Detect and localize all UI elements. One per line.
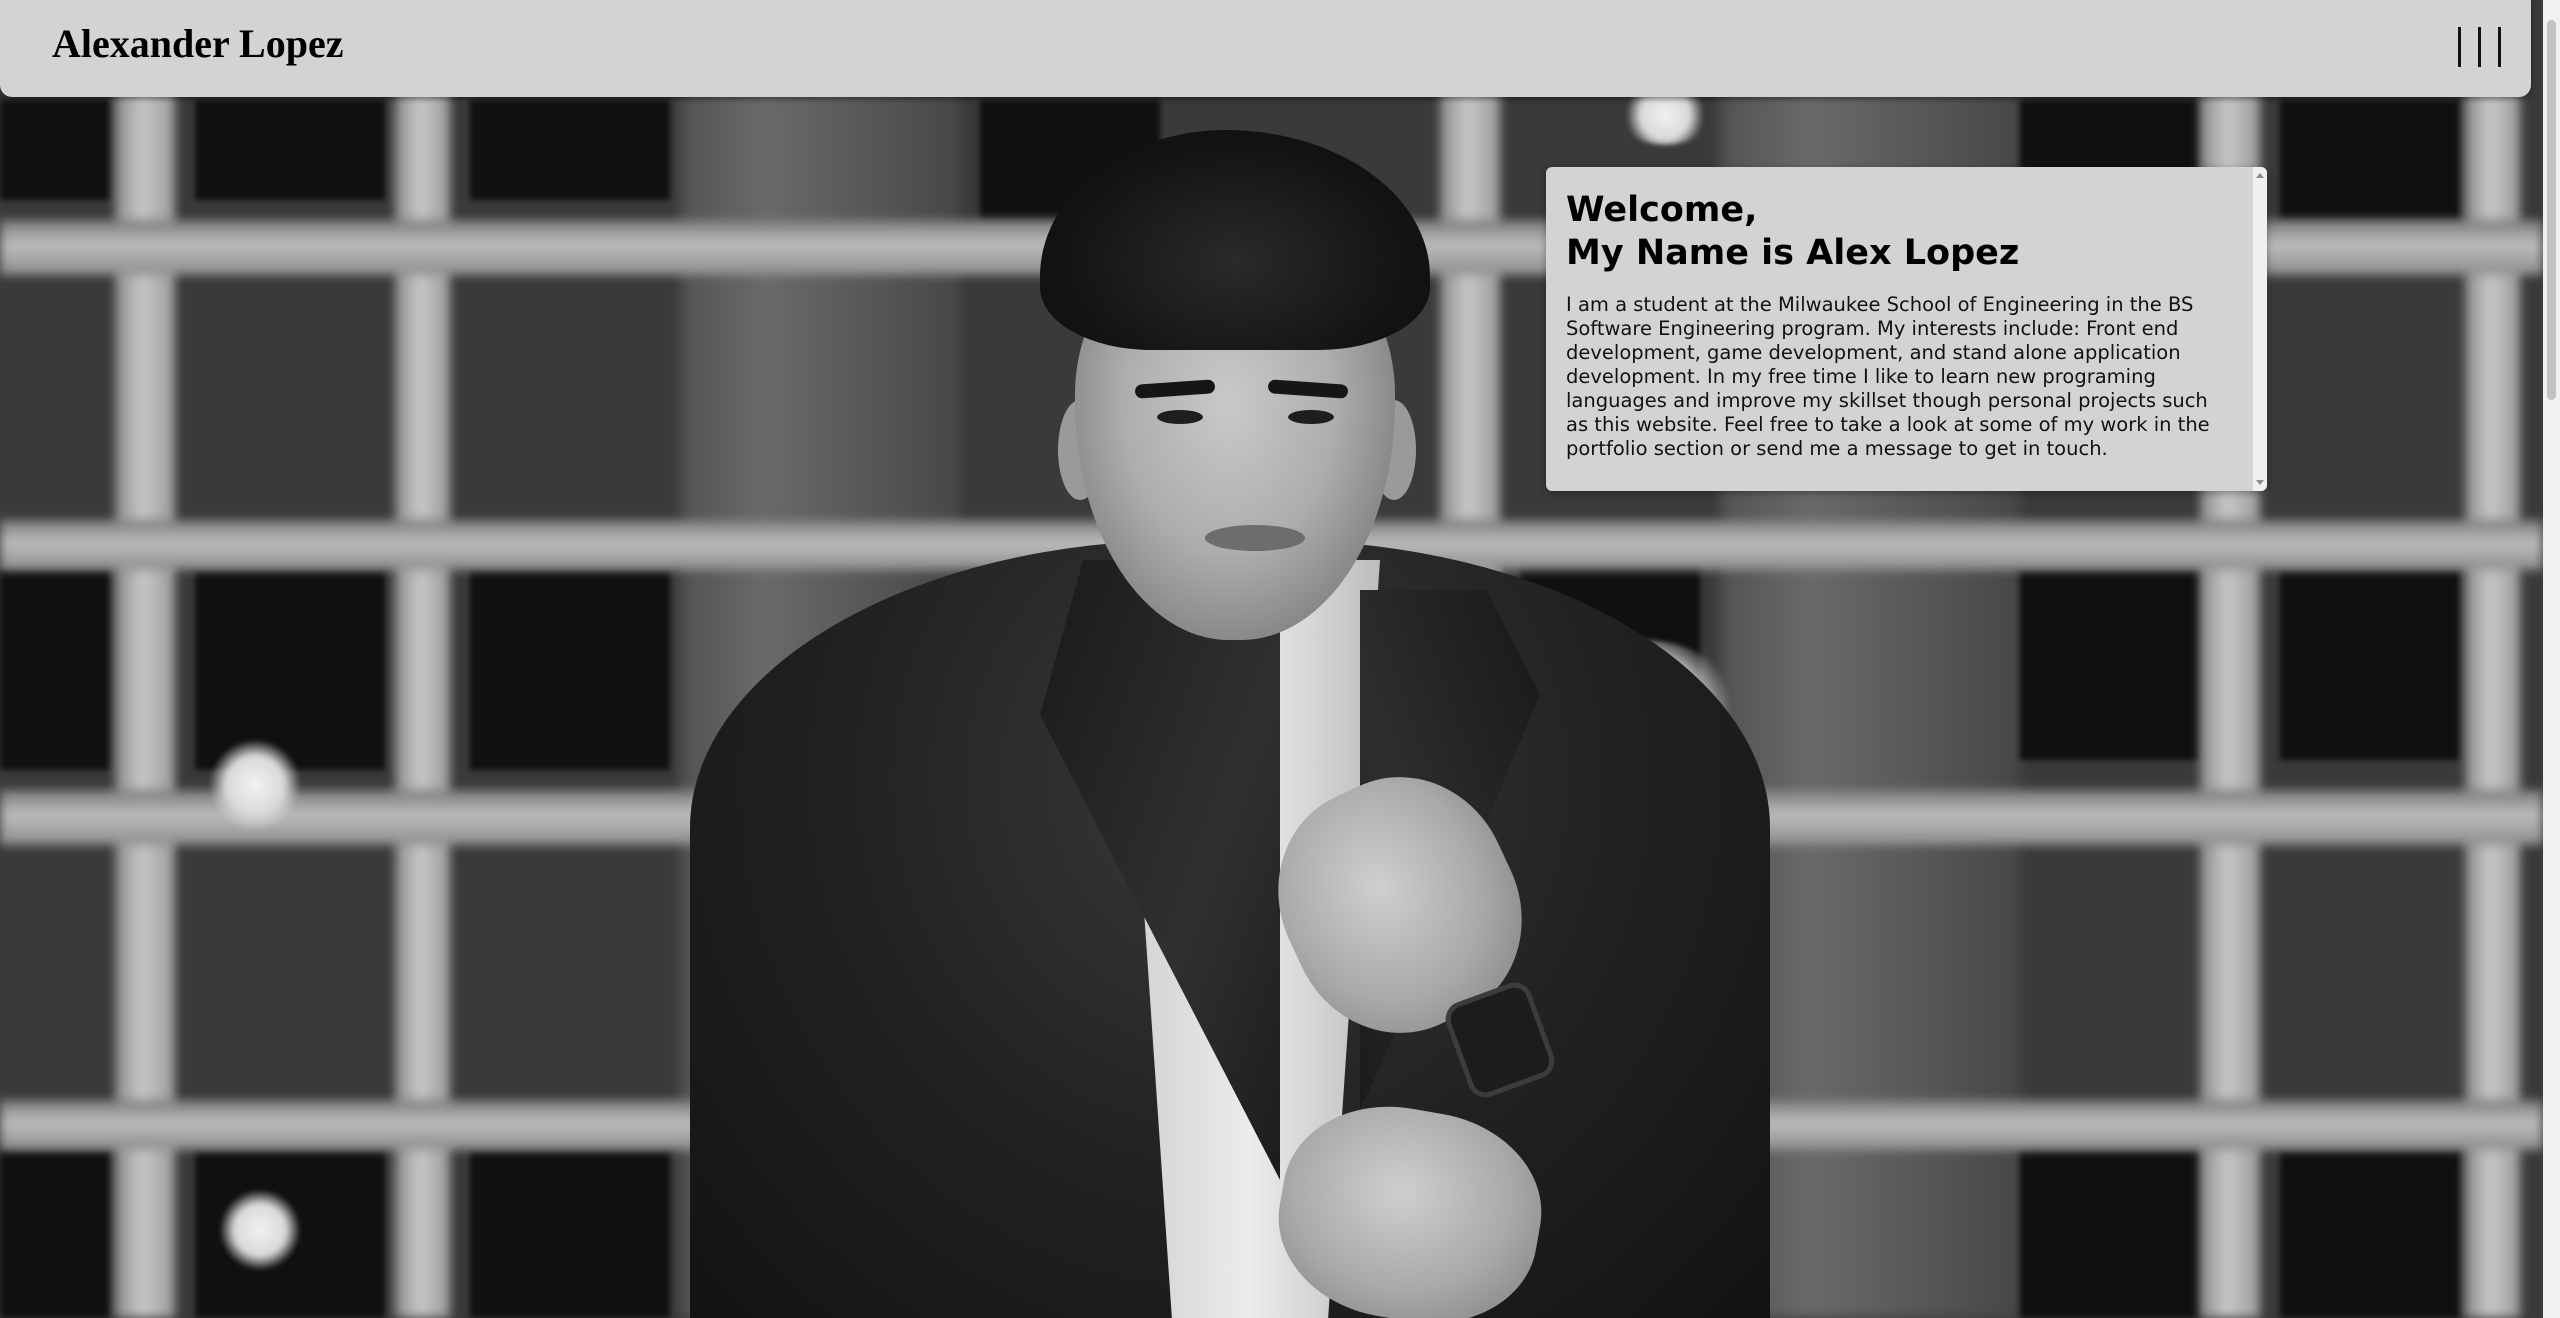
site-header: Alexander Lopez [0,0,2531,97]
scroll-down-arrow-icon[interactable] [2256,480,2264,485]
panel-scrollbar[interactable] [2253,167,2267,491]
site-title[interactable]: Alexander Lopez [52,20,343,67]
welcome-heading: Welcome, My Name is Alex Lopez [1566,189,2234,275]
page-scrollbar[interactable] [2543,0,2560,1318]
welcome-heading-line2: My Name is Alex Lopez [1566,233,2020,273]
page: Alexander Lopez Welcome, My Name is Alex… [0,0,2560,1318]
menu-button[interactable] [2452,27,2506,69]
scroll-up-arrow-icon[interactable] [2256,173,2264,178]
welcome-panel: Welcome, My Name is Alex Lopez I am a st… [1546,167,2267,491]
welcome-heading-line1: Welcome, [1566,190,1758,230]
page-scrollbar-thumb[interactable] [2547,20,2556,400]
welcome-body-text: I am a student at the Milwaukee School o… [1566,293,2210,460]
